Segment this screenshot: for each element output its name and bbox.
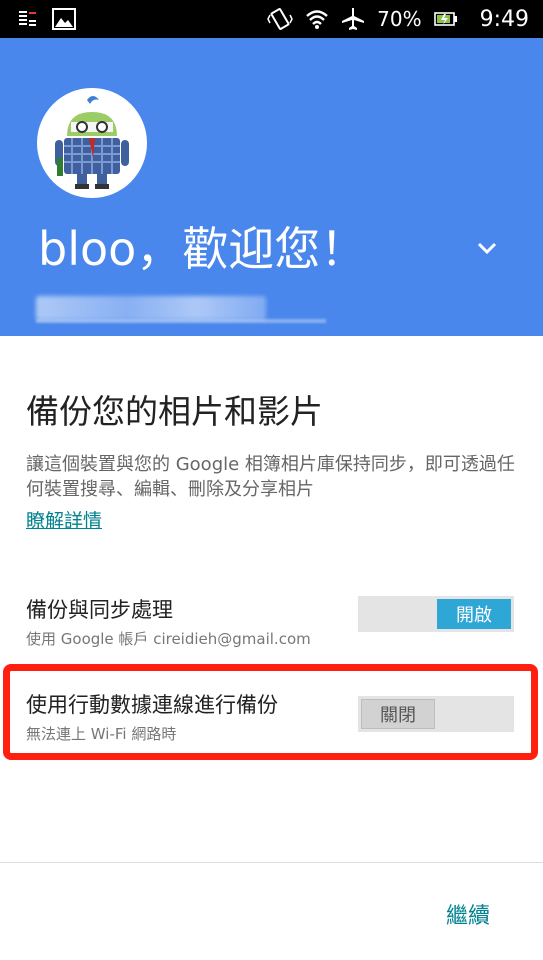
welcome-text: bloo，歡迎您！ (38, 222, 367, 276)
wifi-icon (305, 8, 329, 30)
backup-sync-toggle[interactable]: 開啟 (358, 596, 514, 632)
backup-sync-subtitle: 使用 Google 帳戶 cireidieh@gmail.com (26, 630, 311, 648)
clock: 9:49 (479, 6, 529, 32)
learn-more-link[interactable]: 瞭解詳情 (26, 506, 102, 533)
toggle-off-label: 關閉 (361, 699, 435, 729)
chevron-down-icon[interactable] (470, 231, 504, 265)
notification-icon (18, 9, 38, 29)
account-header: bloo，歡迎您！ (0, 38, 543, 336)
redacted-email-underline (36, 319, 326, 323)
footer-divider (0, 862, 543, 863)
continue-button[interactable]: 繼續 (446, 898, 490, 930)
battery-percent: 70% (377, 7, 422, 31)
toggle-on-label: 開啟 (437, 599, 511, 629)
status-bar: 70% 9:49 (0, 0, 543, 38)
vibrate-icon (267, 7, 293, 31)
redacted-email (36, 296, 266, 320)
avatar[interactable] (37, 88, 147, 198)
image-icon (52, 8, 76, 30)
mobile-data-backup-title: 使用行動數據連線進行備份 (26, 693, 278, 717)
mobile-data-backup-toggle[interactable]: 關閉 (358, 696, 514, 732)
backup-title: 備份您的相片和影片 (26, 392, 323, 431)
backup-sync-title: 備份與同步處理 (26, 598, 173, 622)
airplane-icon (341, 7, 365, 31)
battery-icon (433, 11, 458, 27)
backup-description: 讓這個裝置與您的 Google 相簿相片庫保持同步，即可透過任何裝置搜尋、編輯、… (26, 454, 515, 500)
mobile-data-backup-subtitle: 無法連上 Wi-Fi 網路時 (26, 725, 177, 743)
